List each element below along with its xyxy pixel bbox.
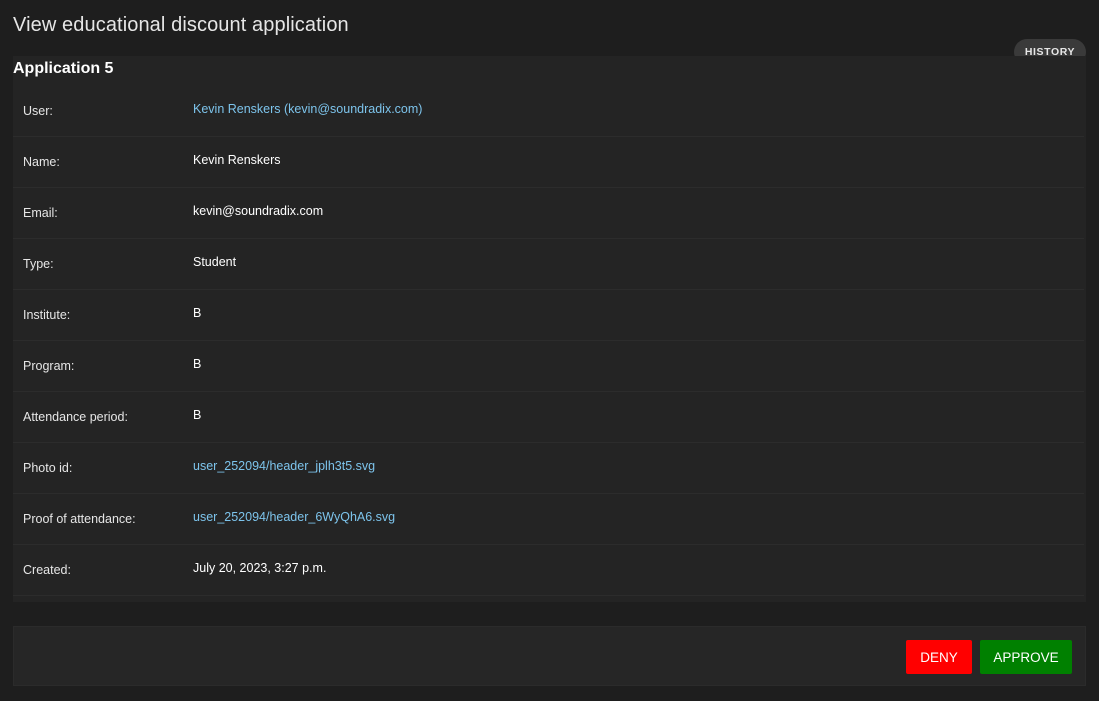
page-title: View educational discount application xyxy=(13,14,349,36)
deny-button[interactable]: DENY xyxy=(906,640,972,674)
field-label: Name: xyxy=(23,155,60,169)
field-row-institute: Institute: B xyxy=(13,290,1084,341)
field-label: Photo id: xyxy=(23,461,73,475)
field-label: Proof of attendance: xyxy=(23,512,136,526)
attendance-period-value: B xyxy=(193,408,202,422)
created-value: July 20, 2023, 3:27 p.m. xyxy=(193,561,327,575)
field-row-created: Created: July 20, 2023, 3:27 p.m. xyxy=(13,545,1084,596)
actions-bar: DENY APPROVE xyxy=(13,626,1086,686)
application-title: Application 5 xyxy=(13,60,114,77)
field-row-name: Name: Kevin Renskers xyxy=(13,137,1084,188)
institute-value: B xyxy=(193,306,202,320)
name-value: Kevin Renskers xyxy=(193,153,281,167)
field-row-email: Email: kevin@soundradix.com xyxy=(13,188,1084,239)
field-row-proof-of-attendance: Proof of attendance: user_252094/header_… xyxy=(13,494,1084,545)
field-list: User: Kevin Renskers (kevin@soundradix.c… xyxy=(13,86,1084,596)
application-panel: Application 5 User: Kevin Renskers (kevi… xyxy=(13,56,1086,602)
field-label: Type: xyxy=(23,257,54,271)
field-label: Institute: xyxy=(23,308,71,322)
program-value: B xyxy=(193,357,202,371)
email-value: kevin@soundradix.com xyxy=(193,204,324,218)
field-row-attendance-period: Attendance period: B xyxy=(13,392,1084,443)
photo-id-link[interactable]: user_252094/header_jplh3t5.svg xyxy=(193,459,375,473)
type-value: Student xyxy=(193,255,237,269)
field-label: Attendance period: xyxy=(23,410,128,424)
field-label: User: xyxy=(23,104,53,118)
field-row-program: Program: B xyxy=(13,341,1084,392)
approve-button[interactable]: APPROVE xyxy=(980,640,1072,674)
page: View educational discount application HI… xyxy=(0,0,1099,701)
proof-of-attendance-link[interactable]: user_252094/header_6WyQhA6.svg xyxy=(193,510,395,524)
field-label: Program: xyxy=(23,359,75,373)
field-label: Email: xyxy=(23,206,58,220)
field-label: Created: xyxy=(23,563,71,577)
field-row-photo-id: Photo id: user_252094/header_jplh3t5.svg xyxy=(13,443,1084,494)
field-row-type: Type: Student xyxy=(13,239,1084,290)
field-row-user: User: Kevin Renskers (kevin@soundradix.c… xyxy=(13,86,1084,137)
user-link[interactable]: Kevin Renskers (kevin@soundradix.com) xyxy=(193,102,422,116)
